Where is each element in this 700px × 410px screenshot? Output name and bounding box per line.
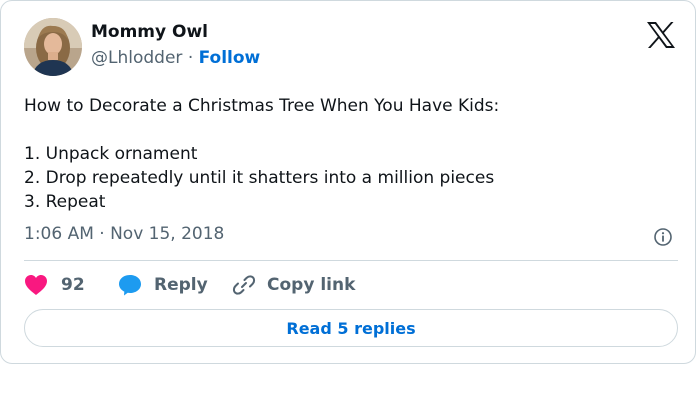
heart-icon [25,275,47,295]
divider [24,260,678,261]
x-logo-icon[interactable] [646,21,676,49]
handle-separator: · [187,48,194,68]
tweet-timestamp[interactable]: 1:06 AM · Nov 15, 2018 [24,224,224,244]
info-icon[interactable] [653,227,673,247]
tweet-line: How to Decorate a Christmas Tree When Yo… [24,96,500,116]
copy-link-button[interactable]: Copy link [231,271,355,299]
like-count: 92 [61,275,85,295]
copy-link-label: Copy link [267,275,356,295]
read-replies-button[interactable]: Read 5 replies [24,309,678,347]
like-button[interactable]: 92 [24,271,85,299]
reply-button[interactable]: Reply [118,271,208,299]
author-name[interactable]: Mommy Owl [91,22,208,42]
avatar[interactable] [24,18,82,76]
tweet-line: 1. Unpack ornament [24,144,198,164]
tweet-card: Mommy Owl @Lhlodder · Follow How to Deco… [0,0,696,364]
tweet-text: How to Decorate a Christmas Tree When Yo… [24,94,674,214]
link-icon [232,275,256,295]
tweet-line: 3. Repeat [24,192,106,212]
speech-bubble-icon [119,275,141,296]
follow-button[interactable]: Follow [199,48,261,68]
reply-label: Reply [154,275,208,295]
tweet-line [24,118,674,142]
author-handle[interactable]: @Lhlodder [91,48,182,68]
author-handle-row: @Lhlodder · Follow [91,48,260,68]
avatar-image [24,18,82,76]
tweet-line: 2. Drop repeatedly until it shatters int… [24,168,495,188]
